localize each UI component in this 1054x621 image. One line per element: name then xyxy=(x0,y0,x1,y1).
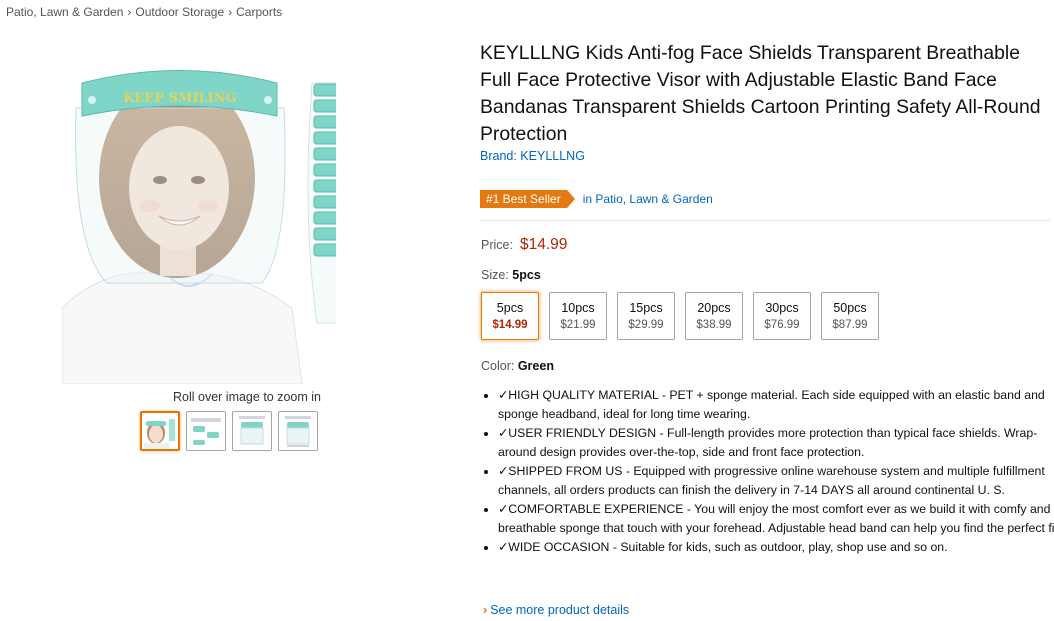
stacked-shields xyxy=(307,82,411,324)
chevron-right-icon: › xyxy=(483,603,488,617)
size-option-price: $38.99 xyxy=(696,319,732,331)
breadcrumb-outdoor-storage[interactable]: Outdoor Storage xyxy=(135,5,224,19)
size-option-50pcs[interactable]: 50pcs $87.99 xyxy=(821,292,879,340)
main-product-image[interactable]: KEEP SMILING xyxy=(61,38,411,385)
thumbnail-3[interactable] xyxy=(232,411,272,451)
section-divider xyxy=(480,220,1050,221)
best-seller-badge[interactable]: #1 Best Seller xyxy=(480,190,575,208)
size-option-size: 50pcs xyxy=(833,301,867,315)
color-label: Color: xyxy=(481,359,515,373)
feature-bullet: ✓COMFORTABLE EXPERIENCE - You will enjoy… xyxy=(498,500,1054,538)
feature-bullet: ✓SHIPPED FROM US - Equipped with progres… xyxy=(498,462,1054,500)
breadcrumb-separator-icon: › xyxy=(127,5,132,19)
size-option-price: $76.99 xyxy=(764,319,800,331)
size-selected-value: 5pcs xyxy=(512,268,541,282)
price-label: Price: xyxy=(481,238,513,252)
feature-bullet: ✓WIDE OCCASION - Suitable for kids, such… xyxy=(498,538,1054,557)
see-more-details-link[interactable]: › See more product details xyxy=(483,603,629,617)
visor-text: KEEP SMILING xyxy=(123,91,236,106)
size-option-15pcs[interactable]: 15pcs $29.99 xyxy=(617,292,675,340)
size-row: Size: 5pcs xyxy=(481,268,541,282)
size-label: Size: xyxy=(481,268,509,282)
breadcrumb-patio-lawn-garden[interactable]: Patio, Lawn & Garden xyxy=(6,5,123,19)
size-option-5pcs[interactable]: 5pcs $14.99 xyxy=(481,292,539,340)
product-title: KEYLLLNG Kids Anti-fog Face Shields Tran… xyxy=(480,42,1041,145)
size-option-size: 15pcs xyxy=(629,301,663,315)
breadcrumb-carports[interactable]: Carports xyxy=(236,5,282,19)
size-option-size: 10pcs xyxy=(561,301,595,315)
size-swatches: 5pcs $14.99 10pcs $21.99 15pcs $29.99 20… xyxy=(481,292,879,340)
color-selected-value: Green xyxy=(517,359,554,373)
size-option-price: $29.99 xyxy=(628,319,664,331)
product-photo: KEEP SMILING xyxy=(61,38,411,385)
feature-bullets: ✓HIGH QUALITY MATERIAL - PET + sponge ma… xyxy=(480,386,1054,557)
price-row: Price: $14.99 xyxy=(481,236,567,254)
brand-link[interactable]: Brand: KEYLLLNG xyxy=(480,149,585,163)
size-option-price: $21.99 xyxy=(560,319,596,331)
size-option-size: 30pcs xyxy=(765,301,799,315)
best-seller-category-link[interactable]: in Patio, Lawn & Garden xyxy=(583,192,713,206)
size-option-size: 5pcs xyxy=(496,301,524,315)
size-option-30pcs[interactable]: 30pcs $76.99 xyxy=(753,292,811,340)
thumbnail-image xyxy=(191,418,221,445)
feature-bullet: ✓USER FRIENDLY DESIGN - Full-length prov… xyxy=(498,424,1054,462)
thumbnail-image xyxy=(144,419,175,449)
thumbnail-image xyxy=(239,416,265,445)
see-more-label: See more product details xyxy=(490,603,630,617)
breadcrumb-separator-icon: › xyxy=(228,5,233,19)
size-option-price: $87.99 xyxy=(832,319,868,331)
thumbnail-2[interactable] xyxy=(186,411,226,451)
breadcrumb: Patio, Lawn & Garden › Outdoor Storage › Car… xyxy=(6,5,282,19)
size-option-20pcs[interactable]: 20pcs $38.99 xyxy=(685,292,743,340)
zoom-hint: Roll over image to zoom in xyxy=(173,390,321,404)
size-option-10pcs[interactable]: 10pcs $21.99 xyxy=(549,292,607,340)
thumbnail-1[interactable] xyxy=(140,411,180,451)
size-option-size: 20pcs xyxy=(697,301,731,315)
best-seller-row: #1 Best Seller in Patio, Lawn & Garden xyxy=(480,190,713,208)
thumbnail-4[interactable] xyxy=(278,411,318,451)
feature-bullet: ✓HIGH QUALITY MATERIAL - PET + sponge ma… xyxy=(498,386,1054,424)
size-option-price: $14.99 xyxy=(492,319,528,331)
price-value: $14.99 xyxy=(519,236,568,253)
thumbnail-image xyxy=(285,416,311,447)
color-row: Color: Green xyxy=(481,359,554,373)
thumbnail-strip xyxy=(140,411,318,451)
